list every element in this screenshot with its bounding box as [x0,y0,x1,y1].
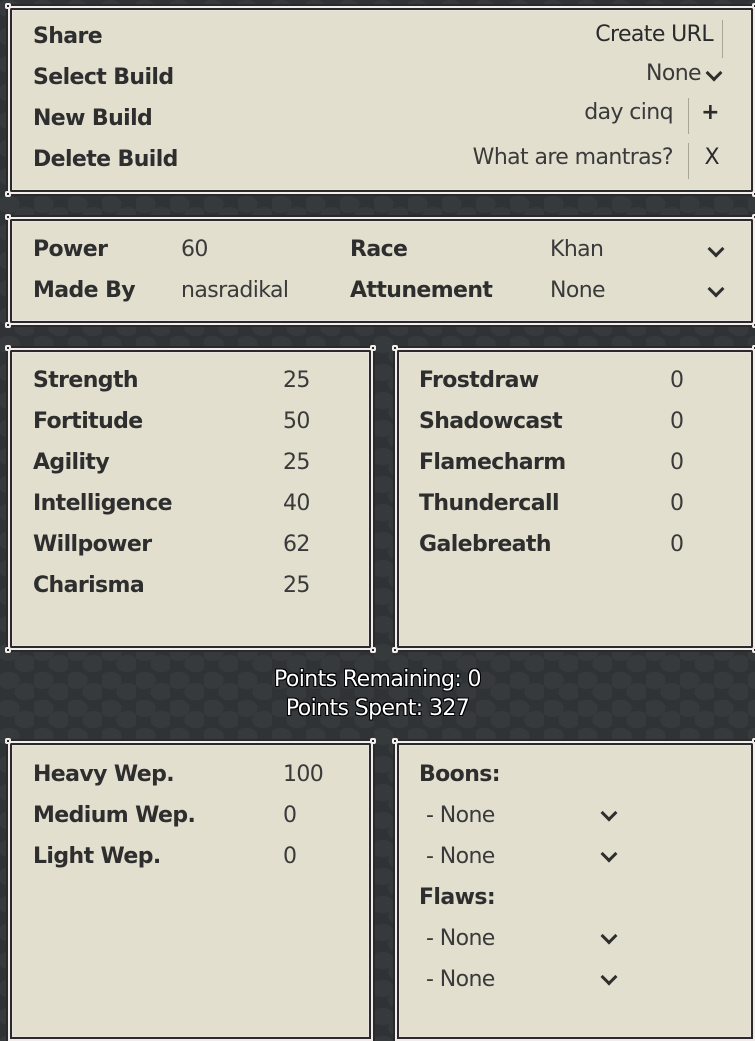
chevron-down-icon [600,968,618,986]
points-spent: Points Spent: 327 [285,696,470,721]
frame-corner [392,738,398,744]
frame-corner [5,214,11,220]
attunement-row-label: Shadowcast [419,409,563,434]
build-management-panel: Share Select Build New Build Delete Buil… [5,3,755,197]
attunement-row-value[interactable]: 0 [670,491,684,516]
frame-corner [370,345,376,351]
boons-label: Boons: [419,762,501,787]
power-value[interactable]: 60 [181,237,208,262]
separator [688,143,689,179]
mantras-help-link[interactable]: What are mantras? [473,145,674,170]
weapon-row-value[interactable]: 0 [283,803,297,828]
delete-build-label: Delete Build [33,147,178,172]
separator [722,20,723,58]
frame-corner [392,345,398,351]
weapon-row-label: Heavy Wep. [33,762,175,787]
flaws-label: Flaws: [419,885,496,910]
frame-corner [370,738,376,744]
chevron-down-icon [600,927,618,945]
frame-corner [5,3,11,9]
attribute-row-label: Strength [33,368,139,393]
chevron-down-icon [600,804,618,822]
points-remaining: Points Remaining: 0 [274,667,482,692]
attunement-row-label: Galebreath [419,532,552,557]
attribute-row-value[interactable]: 50 [283,409,310,434]
attunement-row-value[interactable]: 0 [670,532,684,557]
attunement-row-label: Flamecharm [419,450,566,475]
attribute-row-label: Willpower [33,532,152,557]
new-build-label: New Build [33,106,153,131]
attribute-row-value[interactable]: 40 [283,491,310,516]
boon-value: - None [426,844,495,869]
frame-corner [5,738,11,744]
attunement-row-value[interactable]: 0 [670,450,684,475]
race-value: Khan [550,237,604,262]
chevron-down-icon [707,280,725,298]
frame-corner [5,191,11,197]
share-label: Share [33,24,103,49]
attributes-panel: Strength 25 Fortitude 50 Agility 25 Intelligen… [5,345,376,653]
attribute-row-value[interactable]: 25 [283,368,310,393]
flaw-value: - None [426,967,495,992]
boon-value: - None [426,803,495,828]
traits-panel: Boons: - None - None Flaws: - None - Non… [392,738,755,1041]
attribute-row-value[interactable]: 62 [283,532,310,557]
attribute-row-label: Agility [33,450,110,475]
select-build-label: Select Build [33,65,174,90]
attunement-row-value[interactable]: 0 [670,409,684,434]
new-build-name-input[interactable]: day cinq [584,100,673,125]
build-info-panel: Power 60 Made By nasradikal Race Khan At… [5,214,755,328]
attribute-row-value[interactable]: 25 [283,450,310,475]
made-by-value[interactable]: nasradikal [181,278,289,303]
chevron-down-icon [705,64,723,82]
delete-build-button[interactable]: X [705,145,720,170]
separator [688,98,689,134]
attribute-row-value[interactable]: 25 [283,573,310,598]
attribute-row-label: Charisma [33,573,145,598]
attribute-row-label: Fortitude [33,409,143,434]
race-label: Race [350,237,408,262]
attribute-row-label: Intelligence [33,491,173,516]
frame-corner [5,647,11,653]
made-by-label: Made By [33,278,136,303]
add-build-button[interactable]: + [701,100,719,125]
selected-build-value: None [646,61,702,86]
weapon-row-value[interactable]: 100 [283,762,324,787]
chevron-down-icon [707,240,725,258]
frame-corner [5,322,11,328]
create-url-button[interactable]: Create URL [595,22,713,47]
weapon-row-label: Light Wep. [33,844,161,869]
attunement-row-value[interactable]: 0 [670,368,684,393]
attunements-panel: Frostdraw 0 Shadowcast 0 Flamecharm 0 Thunderc… [392,345,755,653]
power-label: Power [33,237,108,262]
chevron-down-icon [600,845,618,863]
weapons-panel: Heavy Wep. 100 Medium Wep. 0 Light Wep. 0 [5,738,376,1041]
attunement-value: None [550,278,606,303]
frame-corner [5,345,11,351]
flaw-value: - None [426,926,495,951]
attunement-row-label: Frostdraw [419,368,539,393]
attunement-label: Attunement [350,278,493,303]
weapon-row-value[interactable]: 0 [283,844,297,869]
weapon-row-label: Medium Wep. [33,803,196,828]
frame-corner [370,647,376,653]
attunement-row-label: Thundercall [419,491,559,516]
frame-corner [392,647,398,653]
